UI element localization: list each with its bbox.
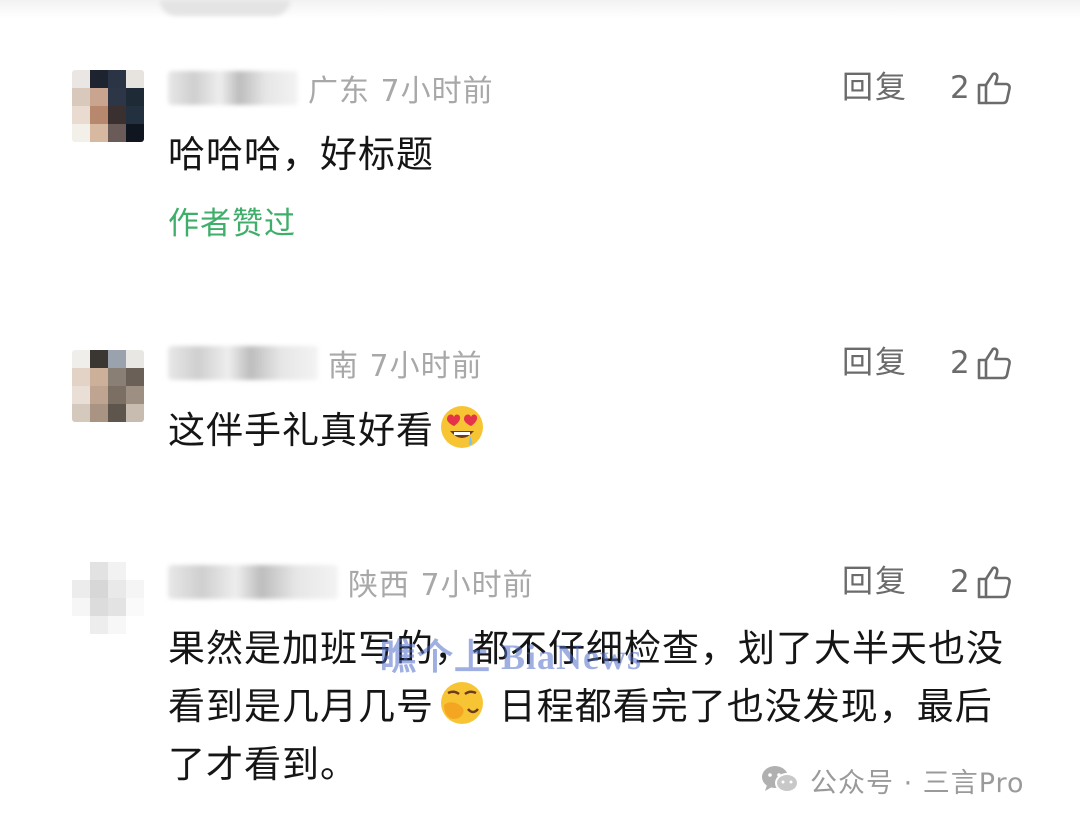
watermark: 瞧个上 BiaNews bbox=[380, 637, 642, 677]
author-liked-label: 作者赞过 bbox=[168, 206, 296, 242]
thumbs-up-icon bbox=[977, 566, 1011, 599]
region-time: 陕西 7小时前 bbox=[348, 568, 534, 603]
comment-text: 哈哈哈，好标题 bbox=[168, 133, 434, 176]
source-label: 公众号 · 三言Pro bbox=[810, 767, 1025, 799]
username-blurred[interactable] bbox=[168, 565, 338, 599]
reply-button[interactable]: 回复 bbox=[842, 341, 908, 385]
comment-text: 这伴手礼真好看 bbox=[168, 402, 1008, 460]
username-blurred[interactable] bbox=[168, 346, 318, 380]
reply-button[interactable]: 回复 bbox=[842, 66, 908, 110]
avatar[interactable] bbox=[72, 70, 144, 142]
thumbs-up-icon bbox=[977, 347, 1011, 380]
region-time: 广东 7小时前 bbox=[308, 74, 494, 109]
like-button[interactable]: 2 bbox=[950, 66, 1012, 110]
reply-button[interactable]: 回复 bbox=[842, 560, 908, 604]
comment-meta: 南 7小时前 bbox=[168, 341, 483, 385]
wechat-icon bbox=[762, 766, 799, 793]
comment-meta: 陕西 7小时前 bbox=[168, 560, 534, 604]
thumbs-up-icon bbox=[977, 72, 1011, 105]
avatar[interactable] bbox=[72, 562, 144, 634]
comment-meta: 广东 7小时前 bbox=[168, 66, 494, 110]
username-blurred[interactable] bbox=[168, 71, 298, 105]
comment-text-body: 这伴手礼真好看 bbox=[168, 409, 434, 452]
like-count: 2 bbox=[950, 70, 970, 106]
top-edge-fade bbox=[0, 0, 1080, 18]
like-button[interactable]: 2 bbox=[950, 560, 1012, 604]
like-count: 2 bbox=[950, 564, 970, 600]
avatar[interactable] bbox=[72, 350, 144, 422]
like-button[interactable]: 2 bbox=[950, 341, 1012, 385]
source-attribution: 公众号 · 三言Pro bbox=[760, 758, 1025, 802]
facepalm-emoji bbox=[441, 682, 483, 724]
region-time: 南 7小时前 bbox=[328, 349, 483, 384]
like-count: 2 bbox=[950, 345, 970, 381]
heart-eyes-emoji bbox=[441, 406, 483, 448]
